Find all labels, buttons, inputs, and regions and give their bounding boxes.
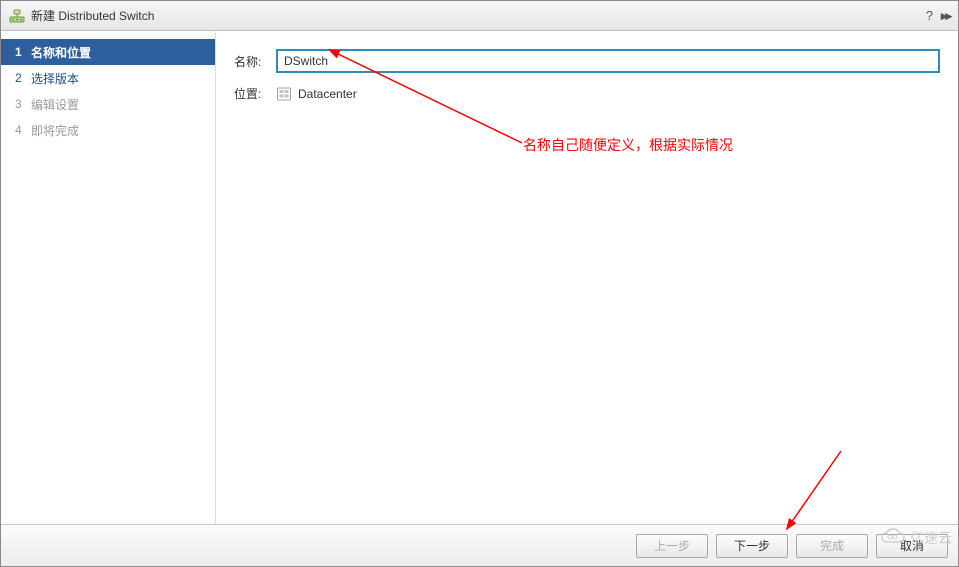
dvswitch-icon [9,8,25,24]
step-label: 编辑设置 [31,96,79,113]
step-number: 3 [15,97,31,111]
wizard-content: 名称: 位置: Datacenter [216,31,958,524]
wizard-sidebar: 1 名称和位置 2 选择版本 3 编辑设置 4 即将完成 [1,31,216,524]
location-row: 位置: Datacenter [234,85,940,102]
step-number: 2 [15,71,31,85]
name-label: 名称: [234,53,276,70]
step-label: 选择版本 [31,70,79,87]
expand-icon[interactable]: ▸▸ [941,8,950,24]
cancel-button[interactable]: 取消 [876,534,948,558]
finish-button: 完成 [796,534,868,558]
dialog-title: 新建 Distributed Switch [31,7,926,24]
wizard-step-select-version[interactable]: 2 选择版本 [1,65,215,91]
location-text: Datacenter [298,87,357,101]
location-label: 位置: [234,85,276,102]
wizard-step-ready-to-complete: 4 即将完成 [1,117,215,143]
name-row: 名称: [234,49,940,73]
help-icon[interactable]: ? [926,8,933,23]
name-input[interactable] [276,49,940,73]
step-number: 1 [15,45,31,59]
datacenter-icon [276,86,292,102]
titlebar-controls: ? ▸▸ [926,8,950,24]
step-label: 即将完成 [31,122,79,139]
wizard-step-edit-settings: 3 编辑设置 [1,91,215,117]
dialog-footer: 上一步 下一步 完成 取消 [1,524,958,566]
step-label: 名称和位置 [31,44,91,61]
titlebar: 新建 Distributed Switch ? ▸▸ [1,1,958,31]
annotation-name-hint: 名称自己随便定义，根据实际情况 [523,135,733,155]
back-button: 上一步 [636,534,708,558]
dialog-body: 1 名称和位置 2 选择版本 3 编辑设置 4 即将完成 名称: [1,31,958,524]
location-value: Datacenter [276,86,357,102]
step-number: 4 [15,123,31,137]
dialog-window: 新建 Distributed Switch ? ▸▸ 1 名称和位置 2 选择版… [0,0,959,567]
next-button[interactable]: 下一步 [716,534,788,558]
wizard-step-name-location[interactable]: 1 名称和位置 [1,39,215,65]
